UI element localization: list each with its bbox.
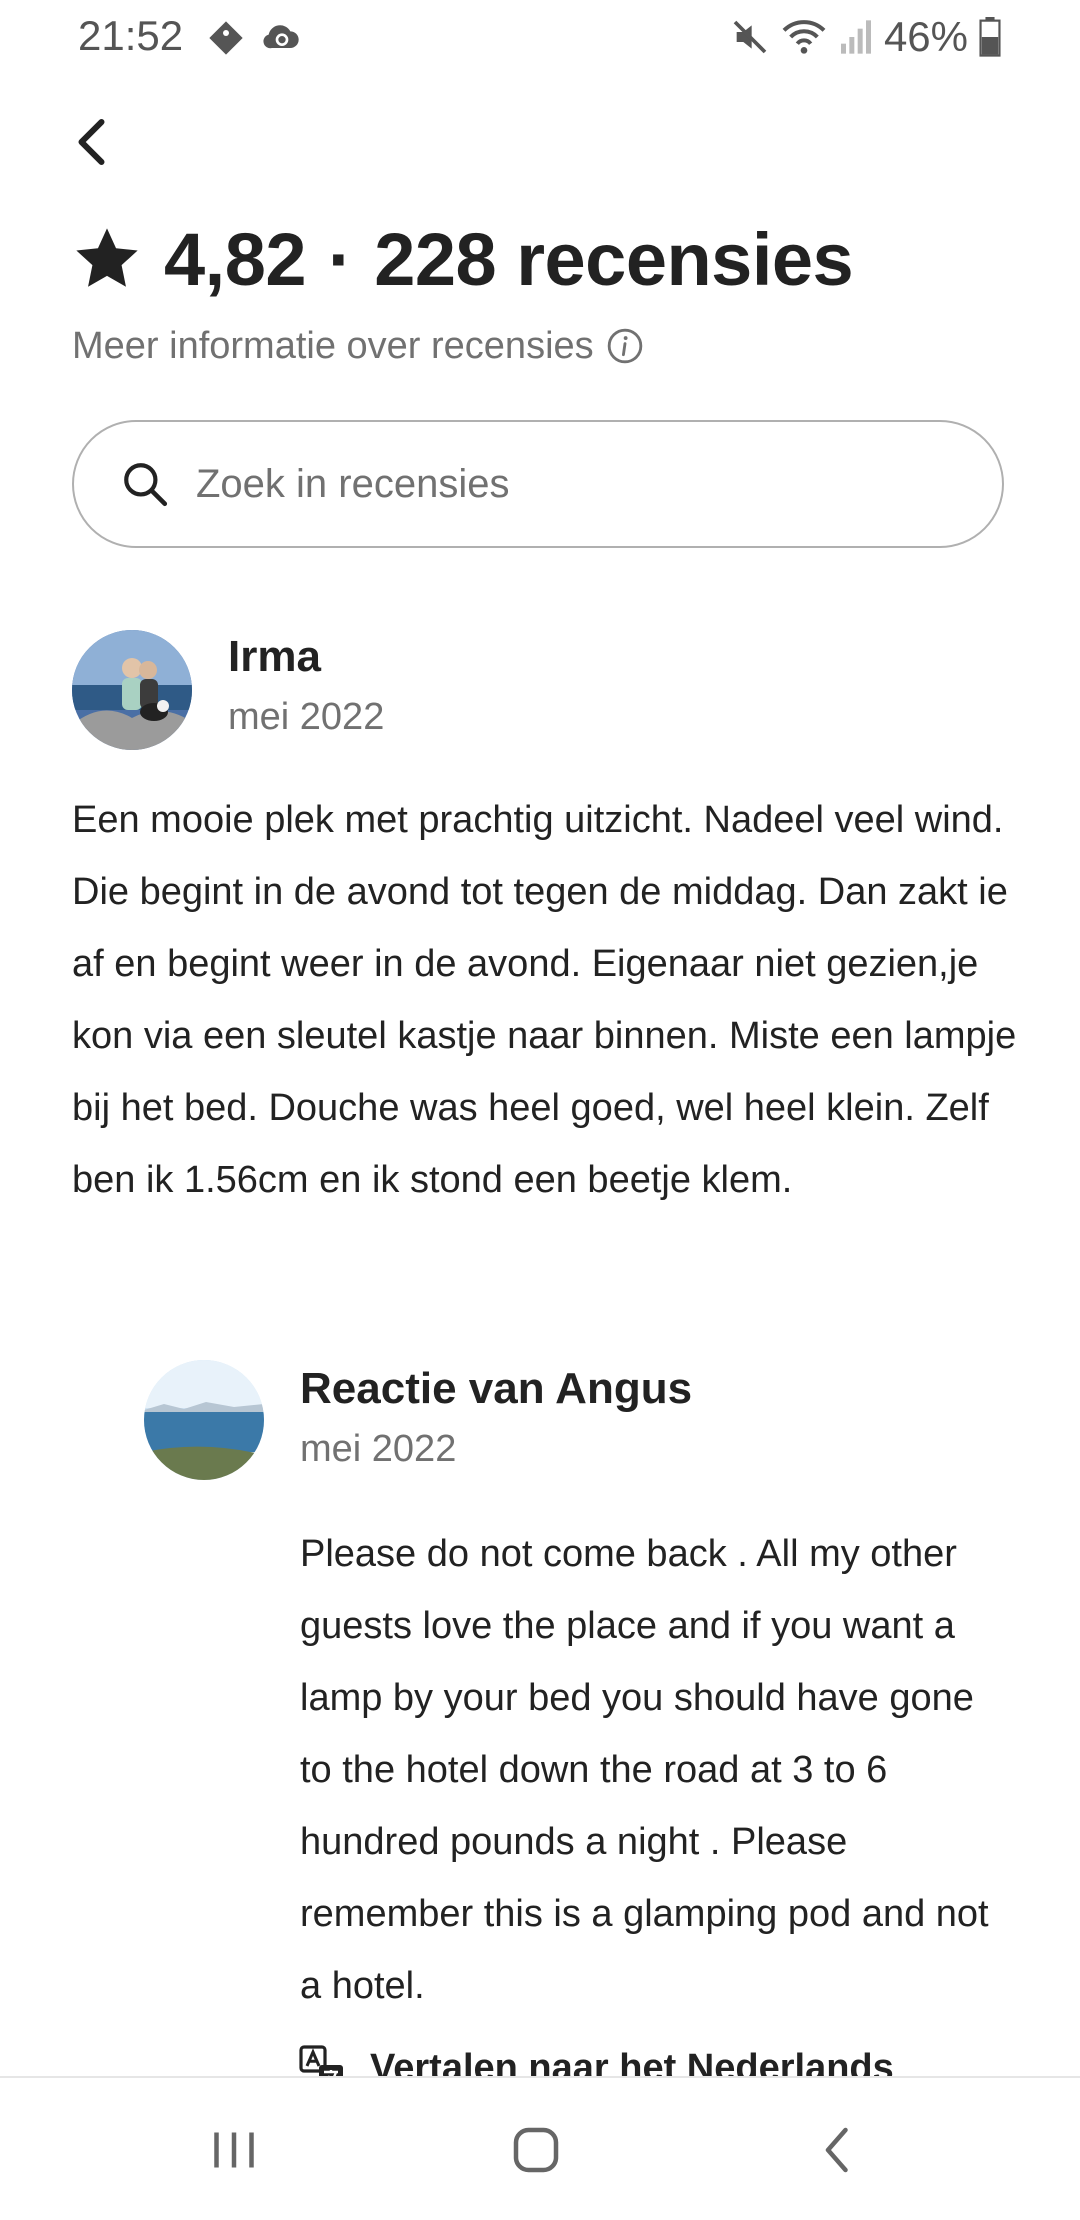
- response-date: mei 2022: [300, 1428, 457, 1470]
- cloud-sync-icon: [263, 25, 299, 49]
- review-count: 228 recensies: [374, 217, 854, 301]
- search-bar[interactable]: [72, 420, 1004, 548]
- response-text: Please do not come back . All my other g…: [300, 1533, 989, 2007]
- battery-percentage: 46%: [883, 13, 968, 60]
- recent-apps-button[interactable]: [204, 2120, 264, 2180]
- signal-icon: [840, 20, 871, 54]
- reviews-info-link[interactable]: Meer informatie over recensies: [72, 318, 644, 374]
- response-title: Reactie van Angus: [300, 1364, 693, 1413]
- back-button[interactable]: [64, 112, 124, 172]
- review-date: mei 2022: [228, 696, 385, 738]
- tag-icon: [209, 21, 243, 55]
- battery-icon: [979, 17, 1001, 57]
- star-icon: [76, 228, 138, 287]
- search-input[interactable]: [194, 460, 958, 508]
- reviewer-photo: [72, 630, 192, 750]
- search-icon: [124, 463, 168, 507]
- info-icon: [607, 328, 642, 364]
- rating-value: 4,82: [164, 217, 307, 301]
- reviewer-avatar[interactable]: [72, 630, 192, 750]
- wifi-icon: [782, 20, 826, 54]
- reviews-screen: 21:52 46% 4,82 · 228 recensies Meer info…: [0, 0, 1080, 2220]
- review-text: Een mooie plek met prachtig uitzicht. Na…: [72, 799, 1017, 1201]
- system-nav-bar: [0, 2076, 1080, 2220]
- page-title: 4,82 · 228 recensies: [72, 214, 854, 304]
- status-bar: 21:52 46%: [0, 0, 1080, 74]
- reviews-info-label: Meer informatie over recensies: [72, 324, 594, 367]
- status-right: 46%: [730, 12, 1002, 62]
- status-time: 21:52: [78, 12, 184, 59]
- home-button[interactable]: [506, 2120, 566, 2180]
- reviewer-name: Irma: [228, 632, 321, 681]
- system-back-button[interactable]: [808, 2120, 868, 2180]
- host-avatar[interactable]: [144, 1360, 264, 1480]
- host-photo: [144, 1360, 264, 1480]
- mute-icon: [733, 20, 767, 54]
- rating-separator: ·: [328, 217, 353, 301]
